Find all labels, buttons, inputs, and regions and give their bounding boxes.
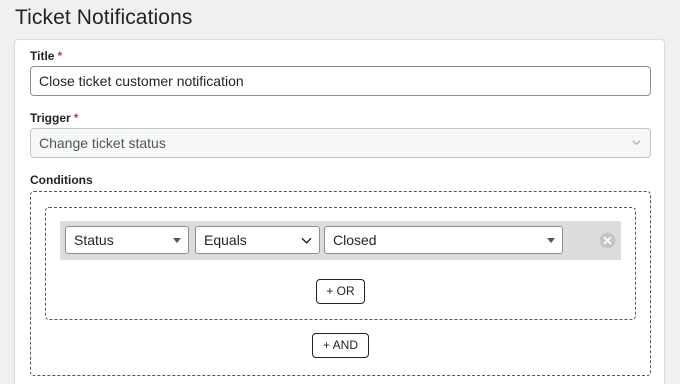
conditions-box: Status Equals Closed + OR + AND <box>30 191 651 376</box>
title-label-text: Title <box>30 49 55 63</box>
condition-operator-select[interactable]: Equals <box>195 226 320 254</box>
condition-value-value: Closed <box>333 232 377 248</box>
chevron-down-icon <box>632 140 641 146</box>
trigger-select[interactable]: Change ticket status <box>30 128 651 158</box>
remove-circle-icon[interactable] <box>599 232 616 249</box>
condition-value-select[interactable]: Closed <box>324 226 563 254</box>
title-input[interactable] <box>30 66 651 96</box>
title-label: Title * <box>30 49 62 63</box>
trigger-label-text: Trigger <box>30 111 71 125</box>
trigger-required-mark: * <box>73 111 79 125</box>
notification-form-card: Title* Trigger* Change ticket status Con… <box>14 39 665 384</box>
trigger-select-value: Change ticket status <box>39 135 166 151</box>
conditions-label: Conditions <box>30 173 93 187</box>
title-required-mark: * <box>57 49 63 63</box>
trigger-label: Trigger * <box>30 111 78 125</box>
page-title: Ticket Notifications <box>15 6 193 29</box>
caret-down-icon <box>547 238 555 243</box>
condition-operator-value: Equals <box>204 232 247 248</box>
condition-group: Status Equals Closed + OR <box>45 207 636 320</box>
condition-field-value: Status <box>74 232 114 248</box>
chevron-down-icon <box>301 237 312 244</box>
caret-down-icon <box>173 238 181 243</box>
add-or-button[interactable]: + OR <box>316 279 365 304</box>
add-and-button[interactable]: + AND <box>312 333 369 358</box>
condition-row: Status Equals Closed <box>60 221 621 260</box>
condition-field-select[interactable]: Status <box>65 226 189 254</box>
